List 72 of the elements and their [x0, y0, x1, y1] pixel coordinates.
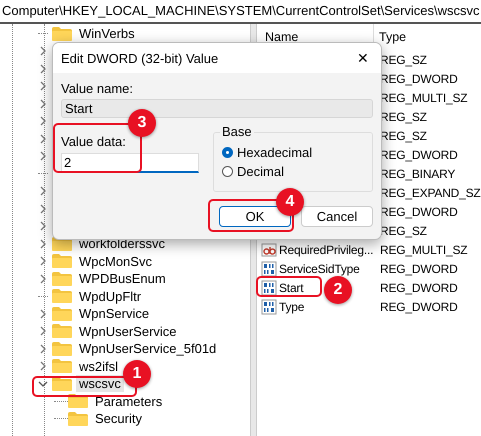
folder-icon — [52, 306, 72, 321]
expand-chevron-icon[interactable] — [38, 64, 48, 74]
value-type: REG_DWORD — [379, 148, 458, 162]
value-type: REG_DWORD — [379, 300, 458, 314]
column-header[interactable]: Name — [265, 30, 298, 44]
folder-icon — [52, 342, 72, 356]
expand-chevron-icon[interactable] — [38, 204, 48, 214]
value-name[interactable]: ServiceSidType — [279, 262, 360, 276]
value-data-field[interactable]: 2 — [61, 153, 199, 173]
tree-item[interactable]: WpnService — [76, 305, 152, 322]
expand-chevron-icon[interactable] — [38, 134, 48, 144]
folder-icon — [52, 254, 72, 268]
close-button[interactable]: ✕ — [353, 50, 373, 66]
tree-item[interactable]: WpcMonSvc — [76, 252, 155, 270]
step-badge: 1 — [123, 360, 151, 388]
folder-icon — [52, 272, 72, 286]
ok-button[interactable]: OK — [219, 206, 291, 227]
expand-chevron-icon[interactable] — [38, 221, 48, 232]
value-type: REG_DWORD — [379, 72, 458, 86]
column-header[interactable]: Type — [374, 30, 406, 44]
tree-item[interactable]: WpdUpFltr — [76, 288, 144, 305]
field-label: Value name: — [61, 81, 134, 96]
value-type: REG_DWORD — [379, 280, 458, 294]
expand-chevron-icon[interactable] — [38, 256, 48, 266]
radio-label[interactable]: Hexadecimal — [237, 145, 312, 160]
value-type: REG_DWORD — [379, 204, 458, 218]
value-type: REG_DWORD — [379, 262, 458, 276]
cancel-button[interactable]: Cancel — [301, 206, 373, 227]
value-type: REG_BINARY — [379, 166, 456, 180]
highlight-frame — [256, 276, 322, 297]
tree-item[interactable]: Parameters — [92, 392, 166, 410]
binary-value-icon — [261, 298, 277, 314]
binary-value-icon — [261, 280, 277, 296]
expand-chevron-icon[interactable] — [38, 361, 48, 372]
field-label: Value data: — [61, 134, 127, 149]
radio-button[interactable] — [222, 147, 233, 158]
expand-chevron-icon[interactable] — [38, 326, 48, 336]
value-name[interactable]: RequiredPrivileg... — [279, 242, 374, 256]
value-name[interactable]: Start — [279, 280, 304, 294]
value-type: REG_MULTI_SZ — [379, 242, 468, 256]
folder-icon — [68, 412, 88, 426]
collapse-chevron-icon[interactable] — [38, 378, 48, 389]
expand-chevron-icon[interactable] — [38, 308, 48, 319]
tree-item[interactable]: ws2ifsl — [76, 358, 122, 375]
radio-button[interactable] — [222, 166, 233, 177]
step-badge: 2 — [324, 276, 352, 304]
tree-item[interactable]: Security — [92, 410, 145, 428]
expand-chevron-icon[interactable] — [38, 81, 48, 92]
expand-chevron-icon[interactable] — [38, 151, 48, 162]
value-type: REG_EXPAND_SZ — [379, 186, 481, 200]
folder-icon — [52, 324, 72, 338]
string-value-icon — [261, 242, 277, 258]
dialog-title: Edit DWORD (32-bit) Value — [61, 50, 218, 66]
folder-icon — [52, 26, 72, 41]
tree-item[interactable]: WinVerbs — [76, 25, 138, 42]
group-label: Base — [220, 124, 254, 139]
tree-item[interactable]: WPDBusEnum — [76, 270, 169, 288]
value-name[interactable]: Type — [279, 300, 304, 314]
expand-chevron-icon[interactable] — [38, 116, 48, 126]
radio-label[interactable]: Decimal — [237, 164, 284, 179]
tree-item[interactable]: WpnUserService — [76, 322, 180, 340]
expand-chevron-icon[interactable] — [38, 186, 48, 196]
expand-chevron-icon[interactable] — [38, 238, 48, 249]
value-type: REG_MULTI_SZ — [379, 90, 468, 104]
tree-item[interactable]: WpnUserService_5f01d — [76, 340, 220, 358]
expand-chevron-icon[interactable] — [38, 344, 48, 354]
expand-chevron-icon[interactable] — [38, 274, 48, 284]
folder-icon — [52, 289, 72, 304]
binary-value-icon — [261, 260, 277, 276]
expand-chevron-icon[interactable] — [38, 46, 48, 56]
expand-chevron-icon[interactable] — [38, 98, 48, 109]
folder-icon — [52, 359, 72, 374]
